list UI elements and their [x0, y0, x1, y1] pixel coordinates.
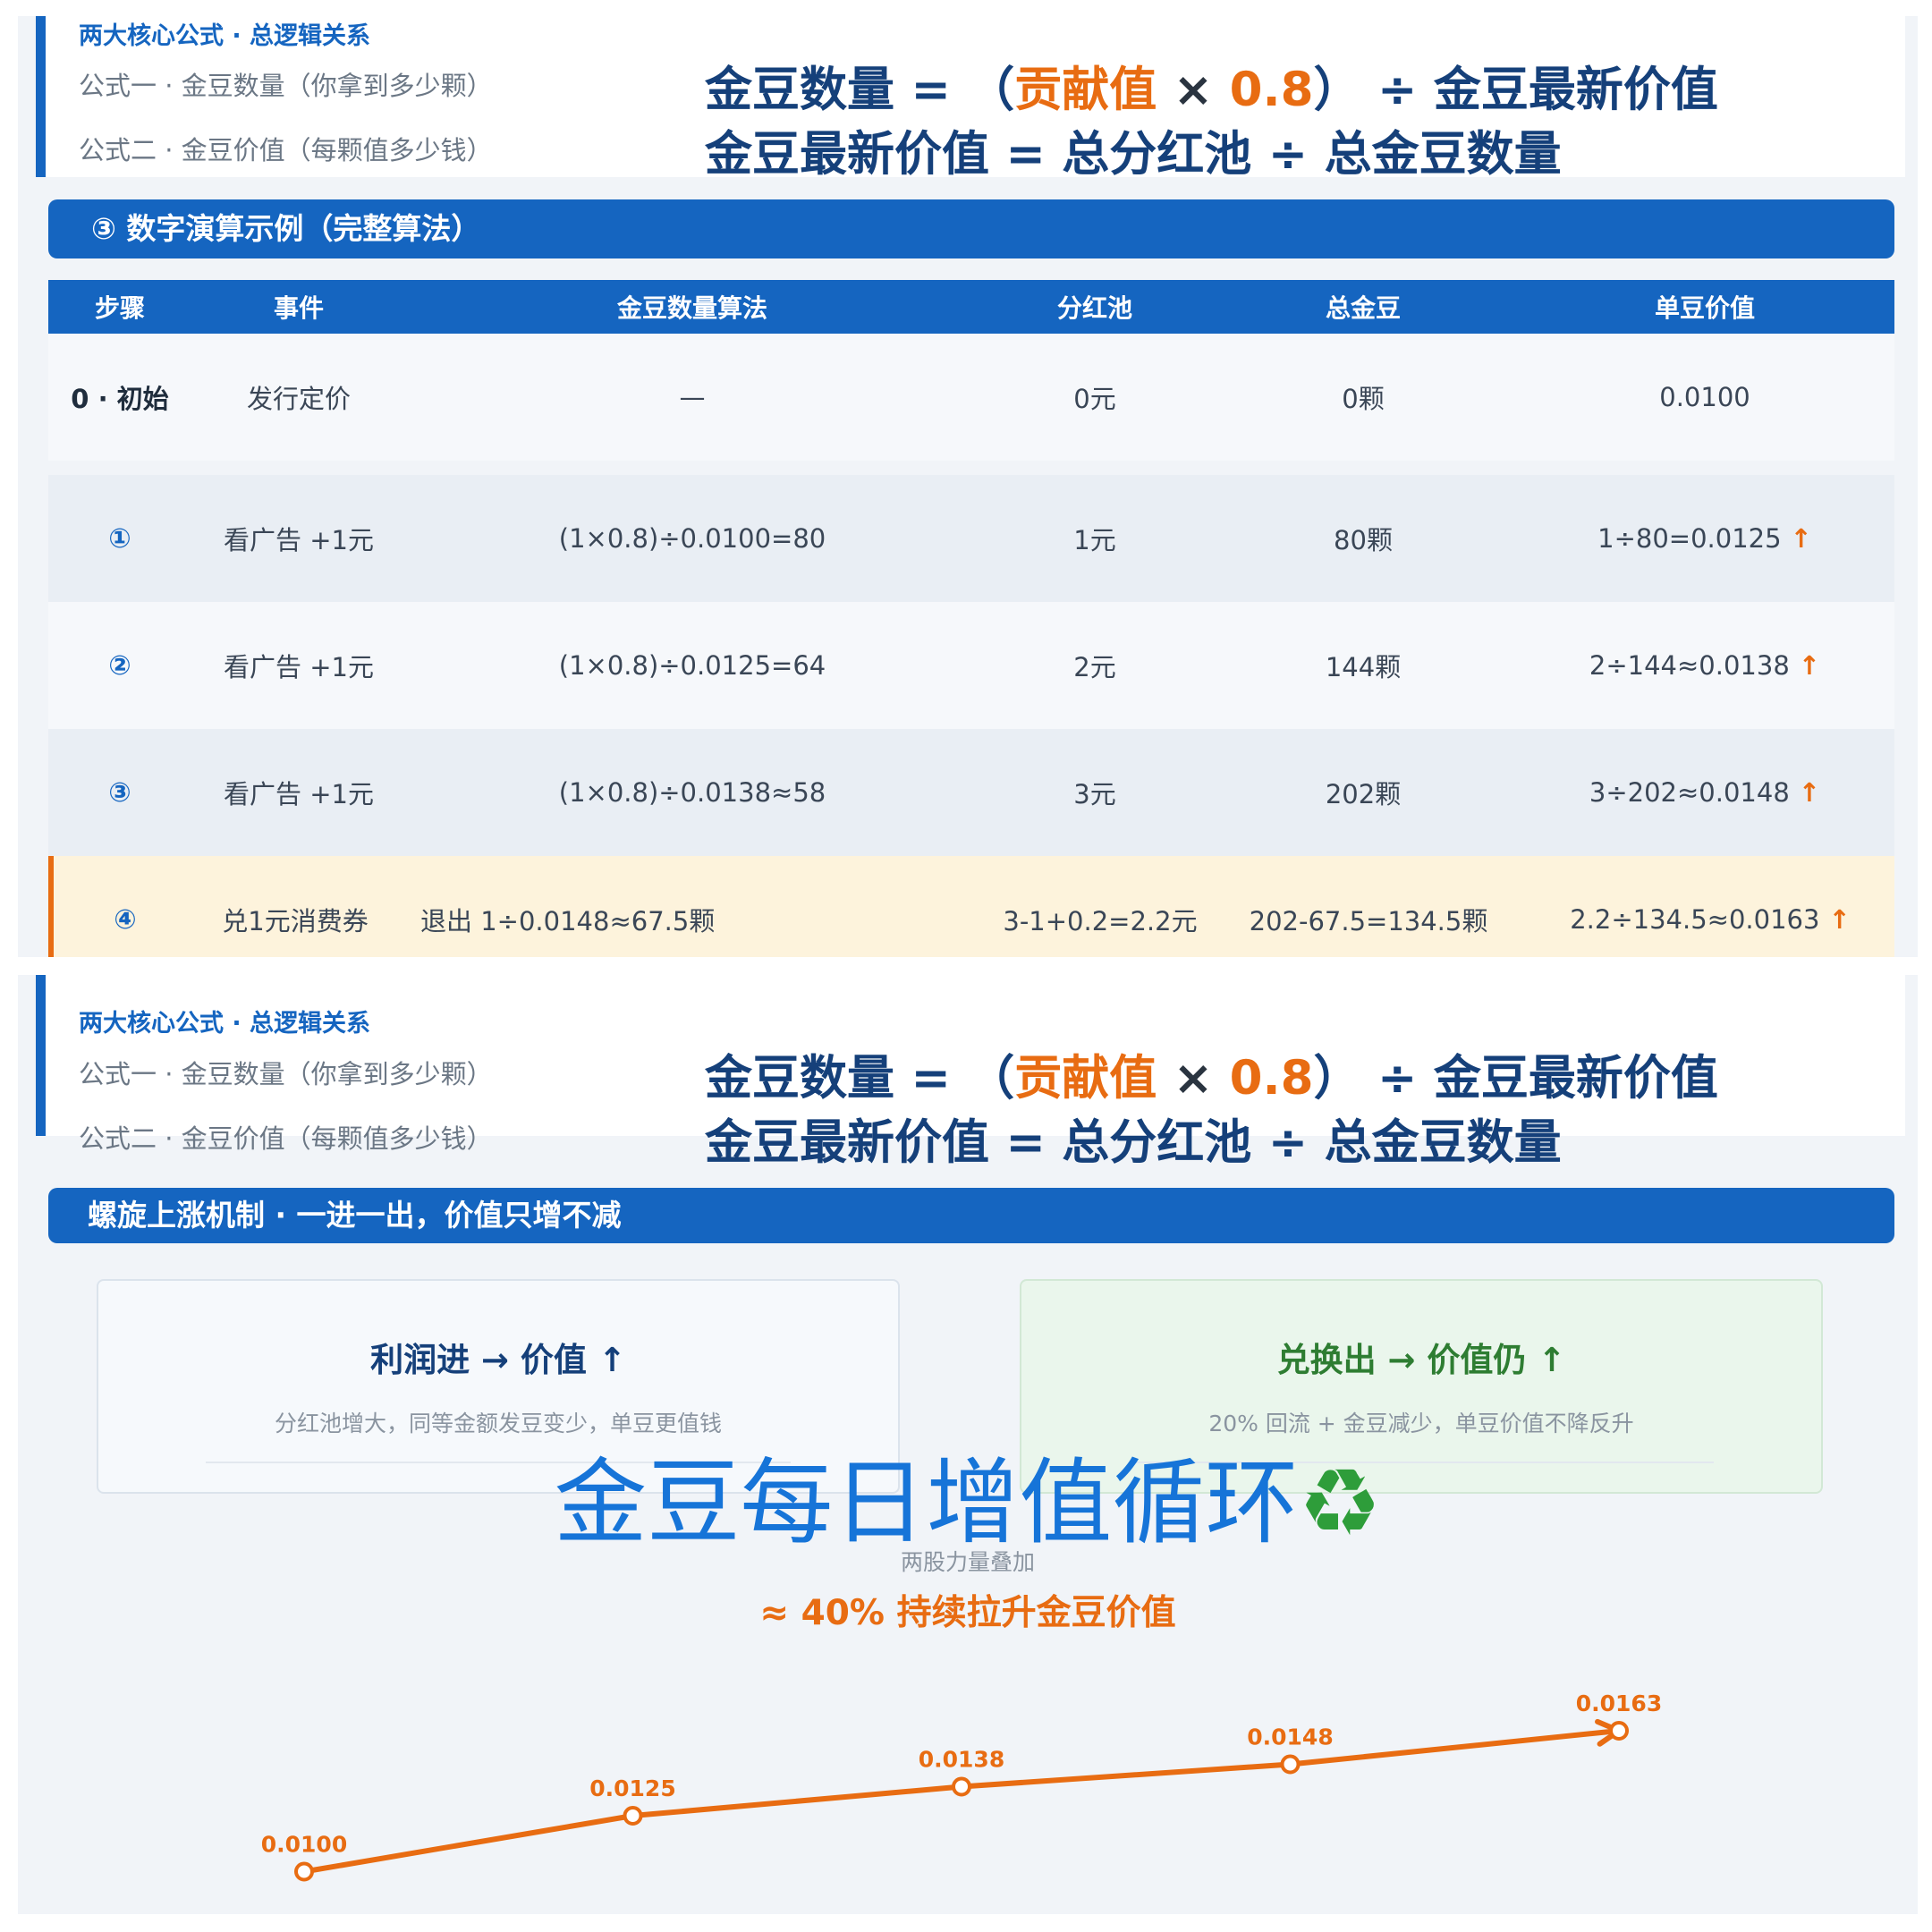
formula1-rhs: ） ÷ 金豆最新价值 — [1313, 63, 1718, 117]
col-formula: 金豆数量算法 — [616, 293, 767, 323]
row-step: ③ — [108, 776, 131, 809]
formula2-label: 公式二 · 金豆价值（每颗值多少钱） — [79, 135, 493, 165]
row-step: 0 · 初始 — [71, 384, 169, 414]
col-value: 单豆价值 — [1654, 293, 1755, 323]
row-pool: 3元 — [1073, 779, 1116, 809]
row-formula: — — [679, 382, 706, 412]
row-beans: 202颗 — [1325, 779, 1402, 809]
data-label: 0.0100 — [261, 1832, 347, 1858]
table-row: ③ 看广告 +1元 (1×0.8)÷0.0138≈58 3元 202颗 3÷20… — [48, 729, 1894, 856]
row-pool: 0元 — [1073, 384, 1116, 414]
row-beans: 202-67.5=134.5颗 — [1249, 906, 1488, 936]
data-label: 0.0138 — [919, 1747, 1004, 1773]
row-formula: (1×0.8)÷0.0138≈58 — [558, 777, 826, 808]
data-point — [1609, 1721, 1629, 1741]
row-formula: 退出 1÷0.0148≈67.5颗 — [420, 906, 716, 936]
row-value-text: 0.0100 — [1659, 382, 1750, 412]
row-value: 2.2÷134.5≈0.0163 ↑ — [1521, 856, 1900, 957]
row-pool: 1元 — [1073, 525, 1116, 555]
row-value-text: 3÷202≈0.0148 — [1589, 777, 1790, 808]
data-point — [1280, 1754, 1301, 1775]
row-beans: 144颗 — [1325, 652, 1402, 682]
row-formula: (1×0.8)÷0.0125=64 — [558, 650, 826, 681]
row-value-text: 1÷80=0.0125 — [1597, 523, 1782, 554]
table-row: ① 看广告 +1元 (1×0.8)÷0.0100=80 1元 80颗 1÷80=… — [48, 475, 1894, 602]
row-event: 看广告 +1元 — [224, 779, 374, 809]
row-formula: (1×0.8)÷0.0100=80 — [558, 523, 826, 554]
arrow-up-icon: ↑ — [1790, 523, 1812, 554]
table-row-highlight: ④ 兑1元消费券 退出 1÷0.0148≈67.5颗 3-1+0.2=2.2元 … — [48, 856, 1894, 957]
table-header: 步骤 事件 金豆数量算法 分红池 总金豆 单豆价值 — [48, 280, 1894, 334]
row-value-text: 2÷144≈0.0138 — [1589, 650, 1790, 681]
data-point — [294, 1861, 314, 1882]
data-point — [623, 1806, 643, 1826]
formula1-times: × — [1157, 63, 1230, 117]
row-value: 2÷144≈0.0138 ↑ — [1515, 602, 1894, 729]
col-event: 事件 — [273, 293, 324, 323]
data-label: 0.0148 — [1247, 1724, 1333, 1750]
row-event: 看广告 +1元 — [224, 652, 374, 682]
formula2-expression: 金豆最新价值 = 总分红池 ÷ 总金豆数量 — [705, 127, 1562, 182]
row-beans: 80颗 — [1334, 525, 1393, 555]
row-event: 兑1元消费券 — [222, 906, 369, 936]
row-step: ④ — [114, 903, 137, 936]
arrow-up-icon: ↑ — [1798, 650, 1821, 681]
data-label: 0.0163 — [1576, 1690, 1662, 1716]
row-value-text: 2.2÷134.5≈0.0163 — [1570, 904, 1820, 935]
table-row: ② 看广告 +1元 (1×0.8)÷0.0125=64 2元 144颗 2÷14… — [48, 602, 1894, 729]
arrow-up-icon: ↑ — [1798, 777, 1821, 808]
header-title: 两大核心公式 · 总逻辑关系 — [79, 22, 371, 50]
formula1-lhs: 金豆数量 = （ — [705, 63, 1015, 117]
row-value: 0.0100 — [1515, 334, 1894, 461]
screenshot-spiral-mechanism: 两大核心公式 · 总逻辑关系 公式一 · 金豆数量（你拿到多少颗） 公式二 · … — [18, 975, 1918, 1914]
formula1-term: 贡献值 — [1014, 63, 1157, 117]
value-line-chart: 0.0100 0.0125 0.0138 0.0148 0.0163 — [261, 1690, 1662, 1882]
header-accent-bar — [36, 16, 46, 177]
row-value: 3÷202≈0.0148 ↑ — [1515, 729, 1894, 856]
row-step: ② — [108, 649, 131, 682]
screenshot-formula-table: 两大核心公式 · 总逻辑关系 公式一 · 金豆数量（你拿到多少颗） 公式二 · … — [18, 16, 1918, 957]
row-event: 发行定价 — [246, 384, 351, 414]
data-point — [952, 1776, 971, 1797]
formula1-label: 公式一 · 金豆数量（你拿到多少颗） — [79, 71, 493, 101]
row-pool: 3-1+0.2=2.2元 — [1003, 906, 1198, 936]
data-label: 0.0125 — [589, 1775, 675, 1801]
arrow-up-icon: ↑ — [1828, 904, 1851, 935]
formula1-factor: 0.8 — [1229, 63, 1314, 117]
row-beans: 0颗 — [1342, 384, 1385, 414]
formula1-expression: 金豆数量 = （贡献值 × 0.8） ÷ 金豆最新价值 — [705, 52, 1718, 120]
row-step: ① — [108, 522, 131, 555]
col-step: 步骤 — [94, 293, 145, 323]
row-event: 看广告 +1元 — [224, 525, 374, 555]
row-pool: 2元 — [1073, 652, 1116, 682]
table-row: 0 · 初始 发行定价 — 0元 0颗 0.0100 — [48, 334, 1894, 461]
col-pool: 分红池 — [1056, 293, 1132, 323]
col-beans: 总金豆 — [1325, 293, 1401, 323]
section-title-calc-example: ③ 数字演算示例（完整算法） — [48, 199, 1894, 258]
row-value: 1÷80=0.0125 ↑ — [1515, 475, 1894, 602]
